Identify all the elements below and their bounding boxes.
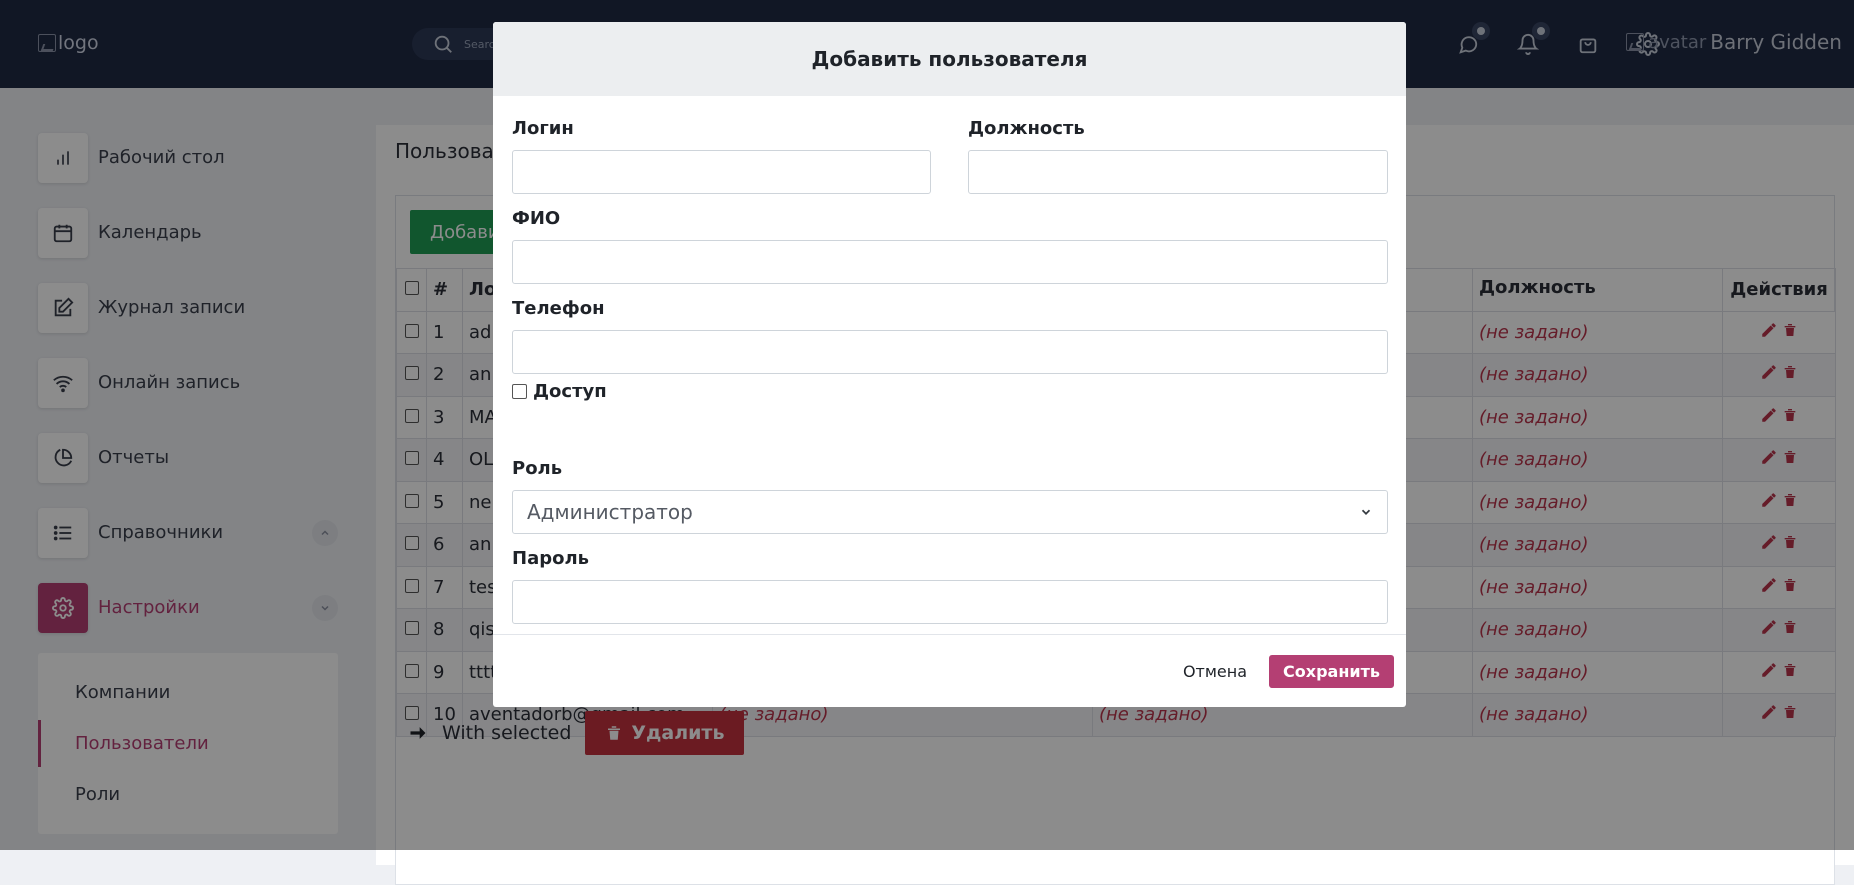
phone-input[interactable] — [512, 330, 1388, 374]
modal-title: Добавить пользователя — [493, 22, 1406, 96]
access-label: Доступ — [533, 381, 607, 402]
add-user-modal: Добавить пользователя Логин Должность ФИ… — [493, 22, 1406, 707]
modal-footer: Отмена Сохранить — [493, 634, 1406, 707]
login-input[interactable] — [512, 150, 931, 194]
password-input[interactable] — [512, 580, 1388, 624]
phone-label: Телефон — [512, 298, 605, 319]
save-button[interactable]: Сохранить — [1269, 654, 1394, 688]
password-label: Пароль — [512, 548, 590, 569]
chevron-down-icon — [1361, 509, 1371, 515]
position-label: Должность — [968, 118, 1085, 139]
login-label: Логин — [512, 118, 574, 139]
access-checkbox[interactable] — [512, 384, 527, 399]
role-select[interactable]: Администратор — [512, 490, 1388, 534]
role-label: Роль — [512, 458, 563, 479]
fio-label: ФИО — [512, 208, 561, 229]
position-input[interactable] — [968, 150, 1388, 194]
access-toggle[interactable]: Доступ — [512, 381, 607, 402]
modal-body: Логин Должность ФИО Телефон Доступ Роль … — [493, 96, 1406, 634]
role-selected-value: Администратор — [527, 500, 693, 524]
fio-input[interactable] — [512, 240, 1388, 284]
cancel-button[interactable]: Отмена — [1183, 662, 1247, 681]
